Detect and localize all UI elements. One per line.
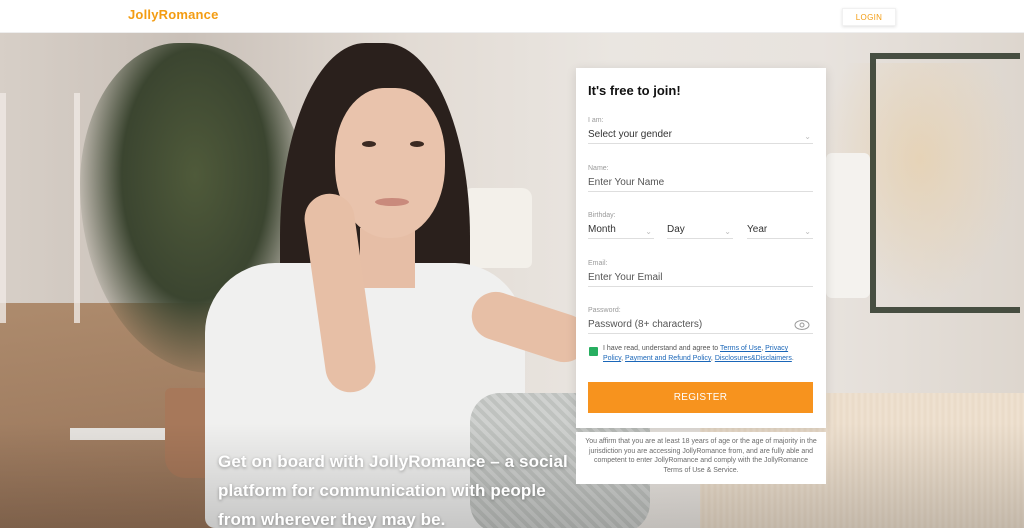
picture-frame	[870, 53, 1020, 313]
birthday-day-select[interactable]: Day ⌄	[667, 223, 733, 239]
name-input-placeholder: Enter Your Name	[588, 177, 665, 188]
hero-tagline: Get on board with JollyRomance – a socia…	[218, 452, 568, 528]
woman-eye-right	[410, 141, 424, 147]
disclosures-disclaimers-link[interactable]: Disclosures&Disclaimers	[715, 355, 792, 362]
chevron-down-icon: ⌄	[804, 132, 811, 141]
name-label: Name:	[588, 165, 609, 172]
terms-suffix: .	[791, 355, 794, 362]
registration-form: It's free to join! I am: Select your gen…	[576, 68, 826, 428]
terms-text: I have read, understand and agree to Ter…	[603, 344, 808, 364]
birthday-label: Birthday:	[588, 212, 616, 219]
show-password-eye-icon[interactable]	[794, 319, 810, 331]
top-navbar: JollyRomance LOGIN	[0, 0, 1024, 33]
age-disclaimer: You affirm that you are at least 18 year…	[576, 432, 826, 484]
gender-select[interactable]: Select your gender ⌄	[588, 128, 813, 144]
tall-vase	[826, 153, 870, 298]
email-input[interactable]: Enter Your Email	[588, 271, 813, 287]
birthday-month-select[interactable]: Month ⌄	[588, 223, 654, 239]
terms-checkbox[interactable]	[589, 347, 598, 356]
gender-label: I am:	[588, 117, 604, 124]
shelf	[0, 93, 80, 323]
email-input-placeholder: Enter Your Email	[588, 272, 663, 283]
email-label: Email:	[588, 260, 608, 267]
chevron-down-icon: ⌄	[724, 227, 731, 236]
woman-lips	[375, 198, 409, 206]
birthday-year-select[interactable]: Year ⌄	[747, 223, 813, 239]
password-input-placeholder: Password (8+ characters)	[588, 319, 703, 330]
password-input[interactable]: Password (8+ characters)	[588, 318, 813, 334]
woman-eye-left	[362, 141, 376, 147]
birthday-day-value: Day	[667, 224, 685, 235]
terms-of-use-link[interactable]: Terms of Use	[720, 345, 761, 352]
site-logo[interactable]: JollyRomance	[128, 7, 219, 22]
gender-select-value: Select your gender	[588, 129, 672, 140]
name-input[interactable]: Enter Your Name	[588, 176, 813, 192]
terms-prefix: I have read, understand and agree to	[603, 345, 721, 352]
form-title: It's free to join!	[588, 83, 681, 98]
birthday-year-value: Year	[747, 224, 768, 235]
payment-refund-policy-link[interactable]: Payment and Refund Policy	[625, 355, 711, 362]
chevron-down-icon: ⌄	[804, 227, 811, 236]
white-vase	[462, 188, 532, 268]
login-button[interactable]: LOGIN	[842, 8, 896, 26]
chevron-down-icon: ⌄	[645, 227, 652, 236]
password-label: Password:	[588, 307, 621, 314]
register-button[interactable]: REGISTER	[588, 382, 813, 413]
birthday-month-value: Month	[588, 224, 616, 235]
